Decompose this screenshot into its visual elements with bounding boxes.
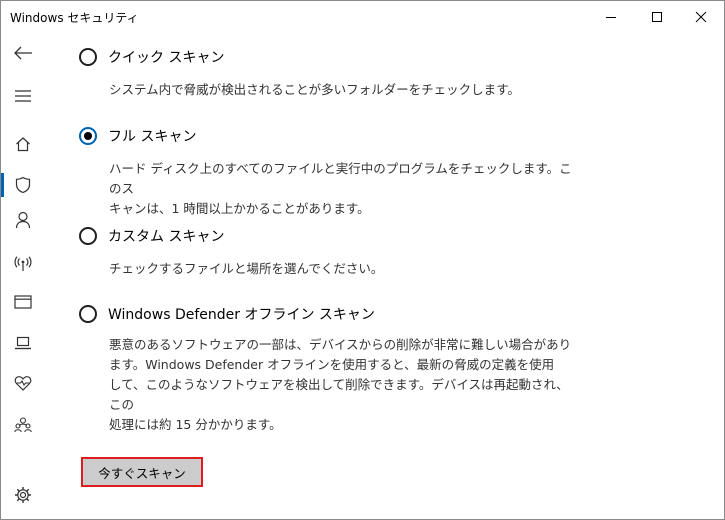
nav-account-protection[interactable]	[1, 202, 45, 238]
quick-scan-label: クイック スキャン	[108, 50, 225, 66]
maximize-icon	[652, 12, 662, 22]
nav-family-options[interactable]	[1, 407, 45, 443]
hamburger-menu-icon	[15, 90, 31, 102]
nav-settings[interactable]	[1, 477, 45, 513]
close-button[interactable]	[678, 1, 724, 33]
gear-icon	[15, 487, 31, 503]
nav-device-health[interactable]	[1, 365, 45, 401]
shield-icon	[15, 176, 31, 194]
laptop-icon	[15, 336, 31, 350]
person-icon	[15, 211, 31, 229]
menu-button[interactable]	[1, 78, 45, 114]
minimize-button[interactable]	[588, 1, 634, 33]
offline-scan-option[interactable]: Windows Defender オフライン スキャン	[79, 304, 375, 324]
quick-scan-option[interactable]: クイック スキャン	[79, 47, 224, 67]
custom-scan-option[interactable]: カスタム スキャン	[79, 226, 224, 246]
offline-scan-label: Windows Defender オフライン スキャン	[108, 307, 375, 323]
title-bar: Windows セキュリティ	[1, 1, 724, 33]
full-scan-radio[interactable]	[79, 127, 97, 145]
heart-pulse-icon	[14, 376, 32, 391]
nav-home[interactable]	[1, 126, 45, 162]
window-title: Windows セキュリティ	[10, 11, 139, 25]
nav-app-browser-control[interactable]	[1, 284, 45, 320]
app-window: Windows セキュリティ クイック スキャン システム内で脅威が検出されるこ…	[0, 0, 725, 520]
wireless-antenna-icon	[14, 256, 32, 271]
back-button[interactable]	[1, 35, 45, 71]
maximize-button[interactable]	[634, 1, 680, 33]
full-scan-description: ハード ディスク上のすべてのファイルと実行中のプログラムをチェックします。このス…	[109, 161, 572, 216]
app-browser-icon	[14, 295, 32, 309]
offline-scan-radio[interactable]	[79, 305, 97, 323]
custom-scan-radio[interactable]	[79, 227, 97, 245]
full-scan-option[interactable]: フル スキャン	[79, 126, 196, 146]
scan-now-button[interactable]: 今すぐスキャン	[81, 457, 203, 487]
nav-firewall-network[interactable]	[1, 246, 45, 282]
family-icon	[14, 417, 32, 433]
full-scan-label: フル スキャン	[108, 129, 197, 145]
minimize-icon	[606, 17, 616, 18]
home-icon	[16, 137, 30, 152]
quick-scan-description: システム内で脅威が検出されることが多いフォルダーをチェックします。	[109, 82, 520, 97]
custom-scan-label: カスタム スキャン	[108, 229, 225, 245]
offline-scan-description: 悪意のあるソフトウェアの一部は、デバイスからの削除が非常に難しい場合があり ます…	[109, 337, 572, 432]
custom-scan-description: チェックするファイルと場所を選んでください。	[109, 261, 384, 276]
nav-virus-protection[interactable]	[1, 167, 45, 203]
back-arrow-icon	[14, 46, 32, 60]
quick-scan-radio[interactable]	[79, 48, 97, 66]
nav-device-security[interactable]	[1, 325, 45, 361]
sidebar	[1, 33, 45, 519]
close-icon	[695, 11, 707, 23]
